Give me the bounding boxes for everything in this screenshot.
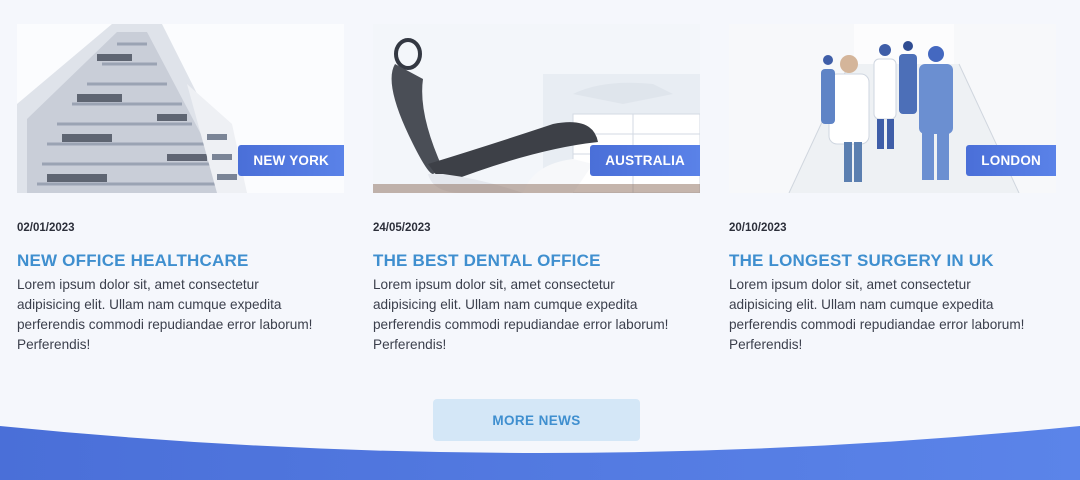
news-date: 02/01/2023 [17, 222, 75, 234]
news-image[interactable]: NEW YORK [17, 24, 344, 193]
news-card[interactable]: NEW YORK 02/01/2023 NEW OFFICE HEALTHCAR… [17, 24, 344, 355]
news-date: 24/05/2023 [373, 222, 431, 234]
news-image[interactable]: AUSTRALIA [373, 24, 700, 193]
news-date: 20/10/2023 [729, 222, 787, 234]
location-tag[interactable]: LONDON [966, 145, 1056, 176]
news-image[interactable]: LONDON [729, 24, 1056, 193]
news-excerpt: Lorem ipsum dolor sit, amet consectetur … [729, 277, 1025, 352]
news-card[interactable]: LONDON 20/10/2023 THE LONGEST SURGERY IN… [729, 24, 1056, 355]
location-tag[interactable]: NEW YORK [238, 145, 344, 176]
news-title[interactable]: THE LONGEST SURGERY IN UK [729, 251, 1056, 271]
news-excerpt: Lorem ipsum dolor sit, amet consectetur … [17, 277, 313, 352]
more-news-button[interactable]: MORE NEWS [433, 399, 640, 441]
news-card[interactable]: AUSTRALIA 24/05/2023 THE BEST DENTAL OFF… [373, 24, 700, 355]
news-excerpt: Lorem ipsum dolor sit, amet consectetur … [373, 277, 669, 352]
news-title[interactable]: THE BEST DENTAL OFFICE [373, 251, 700, 271]
news-title[interactable]: NEW OFFICE HEALTHCARE [17, 251, 344, 271]
location-tag[interactable]: AUSTRALIA [590, 145, 700, 176]
